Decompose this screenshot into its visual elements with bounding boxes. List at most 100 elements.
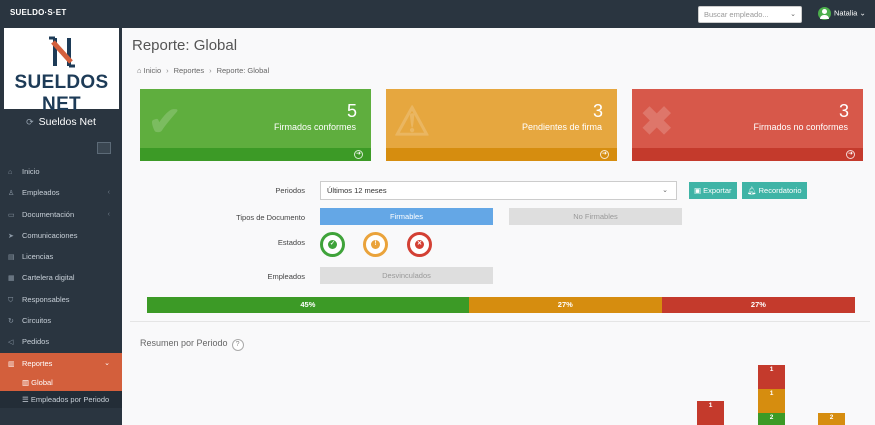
- tile-value: 5: [346, 101, 357, 121]
- warning-icon: ⚠: [394, 100, 430, 144]
- tile-footer[interactable]: ➜: [386, 148, 617, 161]
- divider: [130, 321, 870, 322]
- tile-footer[interactable]: ➜: [140, 148, 371, 161]
- tipos-label: Tipos de Documento: [236, 213, 305, 222]
- sidebar-item-label: Reportes: [22, 358, 53, 368]
- arrow-right-icon: ➜: [600, 150, 609, 159]
- chevron-down-icon: ⌄: [859, 8, 866, 18]
- help-icon[interactable]: ?: [231, 339, 244, 351]
- estado-pendiente-toggle[interactable]: !: [363, 232, 388, 257]
- estado-conforme-toggle[interactable]: ✓: [320, 232, 345, 257]
- arrow-right-icon: ➜: [354, 150, 363, 159]
- status-progress-bar: 45% 27% 27%: [147, 297, 855, 313]
- chevron-left-icon: ‹: [107, 189, 110, 197]
- progress-segment-no-conformes: 27%: [661, 297, 855, 313]
- company-name[interactable]: ⟳ Sueldos Net: [0, 116, 122, 128]
- reminder-label: Recordatorio: [758, 186, 802, 195]
- sidebar-item-label: Comunicaciones: [22, 230, 78, 240]
- sidebar-subitem-global[interactable]: ▥ Global: [0, 373, 122, 391]
- sidebar-item-cartelera[interactable]: ▦ Cartelera digital: [0, 267, 122, 288]
- resumen-title: Resumen por Periodo: [140, 338, 228, 348]
- home-icon: ⌂: [8, 169, 13, 176]
- check-icon: ✔: [148, 100, 182, 144]
- progress-segment-conformes: 45%: [147, 297, 469, 313]
- tile-footer[interactable]: ➜: [632, 148, 863, 161]
- sidebar-item-responsables[interactable]: ⛉ Responsables: [0, 289, 122, 310]
- estados-label: Estados: [277, 238, 305, 247]
- chart-bar-segment: 2: [818, 413, 845, 425]
- periodos-label: Periodos: [275, 186, 305, 195]
- periodos-select[interactable]: Últimos 12 meses ⌄: [320, 181, 677, 200]
- sidebar-menu: ⌂ Inicio ♙ Empleados ‹ ▭ Documentación ‹ ➤ Com…: [0, 161, 122, 408]
- company-name-label: Sueldos Net: [38, 116, 96, 128]
- sidebar: SUELDOS NET ⟳ Sueldos Net ⌂ Inicio ♙ Emplea…: [0, 28, 122, 425]
- arrow-right-icon: ➜: [846, 150, 855, 159]
- sidebar-item-inicio[interactable]: ⌂ Inicio: [0, 161, 122, 182]
- sidebar-subitem-label: Global: [31, 377, 53, 387]
- breadcrumb-current: Reporte: Global: [216, 66, 270, 75]
- sidebar-item-reportes[interactable]: ▥ Reportes ⌄: [0, 352, 122, 374]
- chart-icon: ▥: [22, 377, 32, 387]
- logo-text: SUELDOS NET: [14, 72, 109, 115]
- chart-bar-segment: 1: [758, 365, 785, 389]
- calendar-icon: ▤: [8, 254, 15, 262]
- cycle-icon: ↻: [8, 318, 14, 326]
- logo-mark-icon: [49, 36, 75, 68]
- chart-bar-segment: 1: [758, 389, 785, 413]
- periodos-value: Últimos 12 meses: [327, 186, 387, 195]
- shield-icon: ⛉: [8, 296, 14, 304]
- sidebar-item-empleados[interactable]: ♙ Empleados ‹: [0, 182, 122, 203]
- tile-no-conformes[interactable]: ✖ 3 Firmados no conformes ➜: [632, 89, 863, 161]
- chevron-down-icon: ⌄: [662, 187, 668, 194]
- export-button[interactable]: ▣ Exportar: [689, 182, 737, 199]
- breadcrumb-separator: ›: [166, 66, 169, 75]
- sidebar-item-pedidos[interactable]: ◁ Pedidos: [0, 331, 122, 352]
- desvinculados-toggle[interactable]: Desvinculados: [320, 267, 493, 284]
- folder-icon: ▭: [8, 211, 15, 219]
- sidebar-item-circuitos[interactable]: ↻ Circuitos: [0, 310, 122, 331]
- tile-label: Firmados conformes: [273, 122, 356, 132]
- no-firmables-toggle[interactable]: No Firmables: [509, 208, 682, 225]
- breadcrumb-reportes[interactable]: Reportes: [174, 66, 204, 75]
- tile-value: 3: [592, 101, 603, 121]
- home-icon: ⌂: [137, 66, 144, 75]
- sidebar-item-comunicaciones[interactable]: ➤ Comunicaciones: [0, 225, 122, 246]
- empleados-label: Empleados: [267, 272, 305, 281]
- bell-icon: 🔔︎: [747, 186, 759, 195]
- user-menu[interactable]: Natalia ⌄: [818, 7, 866, 20]
- board-icon: ▦: [8, 275, 15, 283]
- sidebar-item-label: Documentación: [22, 209, 75, 219]
- employee-search-select[interactable]: Buscar empleado... ⌄: [698, 6, 802, 23]
- estado-no-conforme-toggle[interactable]: ✕: [407, 232, 432, 257]
- firmables-toggle[interactable]: Firmables: [320, 208, 493, 225]
- avatar: [818, 7, 831, 20]
- tile-label: Firmados no conformes: [753, 122, 848, 132]
- tile-pendientes[interactable]: ⚠ 3 Pendientes de firma ➜: [386, 89, 617, 161]
- sidebar-item-documentacion[interactable]: ▭ Documentación ‹: [0, 204, 122, 225]
- sidebar-subitem-empleados-periodo[interactable]: ☰ Empleados por Periodo: [0, 391, 122, 408]
- sidebar-item-label: Responsables: [22, 294, 70, 304]
- refresh-icon: ⟳: [26, 117, 34, 127]
- resumen-heading: Resumen por Periodo?: [140, 338, 244, 351]
- navbar-brand[interactable]: SUELDO·S·ET: [10, 8, 66, 17]
- breadcrumb-inicio[interactable]: Inicio: [144, 66, 162, 75]
- check-icon: ✓: [328, 240, 337, 249]
- chart-bar-segment: 2: [758, 413, 785, 425]
- sidebar-item-licencias[interactable]: ▤ Licencias: [0, 246, 122, 267]
- close-icon: ✕: [415, 240, 424, 249]
- chevron-down-icon: ⌄: [104, 359, 110, 367]
- list-icon: ☰: [22, 394, 31, 404]
- chart-icon: ▥: [8, 360, 15, 368]
- chevron-left-icon: ‹: [107, 210, 110, 218]
- sidebar-toggle[interactable]: [97, 142, 111, 154]
- search-placeholder: Buscar empleado...: [704, 10, 769, 19]
- reportes-submenu: ▥ Global ☰ Empleados por Periodo: [0, 373, 122, 408]
- sidebar-subitem-label: Empleados por Periodo: [30, 394, 110, 404]
- user-name: Natalia: [834, 8, 858, 18]
- main-content: Reporte: Global ⌂ Inicio › Reportes › Report…: [122, 28, 875, 425]
- sidebar-item-label: Pedidos: [22, 337, 50, 347]
- sidebar-item-label: Licencias: [22, 252, 54, 262]
- reminder-button[interactable]: 🔔︎ Recordatorio: [742, 182, 807, 199]
- export-icon: ▣: [694, 186, 704, 195]
- tile-firmados-conformes[interactable]: ✔ 5 Firmados conformes ➜: [140, 89, 371, 161]
